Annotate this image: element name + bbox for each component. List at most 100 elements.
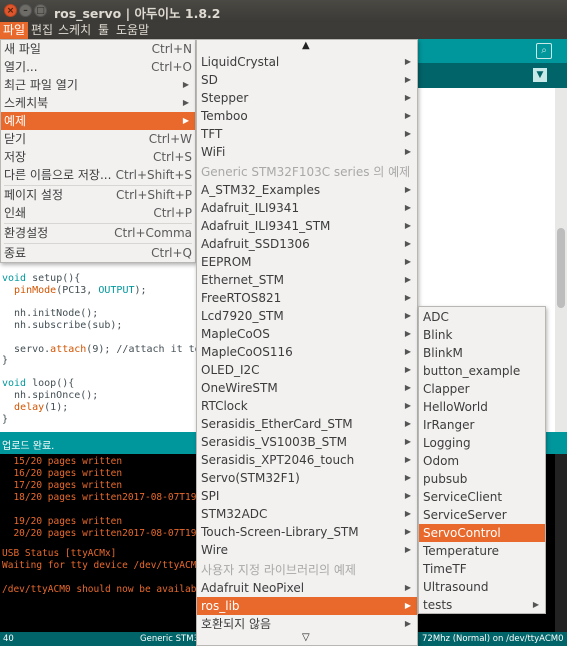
example-item[interactable]: STM32ADC ▶ <box>197 505 417 523</box>
code-line: nh.subscribe(sub); <box>2 320 123 331</box>
ros-example-item[interactable]: BlinkM <box>419 344 545 362</box>
menu-item-sketchbook[interactable]: 스케치북 ▶ <box>1 94 195 112</box>
close-icon[interactable]: × <box>4 4 17 17</box>
ros-example-item-servocontrol[interactable]: ServoControl <box>419 524 545 542</box>
console-scrollbar[interactable] <box>555 454 567 632</box>
example-item[interactable]: Adafruit_ILI9341 ▶ <box>197 199 417 217</box>
menu-item-save-as[interactable]: 다른 이름으로 저장... Ctrl+Shift+S <box>1 166 195 184</box>
ros-example-item[interactable]: Clapper <box>419 380 545 398</box>
ros-example-item[interactable]: Temperature <box>419 542 545 560</box>
example-item[interactable]: LiquidCrystal ▶ <box>197 53 417 71</box>
menu-item-quit[interactable]: 종료 Ctrl+Q <box>1 244 195 262</box>
scroll-up-icon[interactable]: ▲ <box>302 40 310 51</box>
example-item[interactable]: Temboo ▶ <box>197 107 417 125</box>
console-line: 16/20 pages written <box>2 468 123 479</box>
console-line: 19/20 pages written <box>2 516 123 527</box>
chevron-right-icon: ▶ <box>404 311 411 320</box>
menu-edit[interactable]: 편집 <box>28 22 56 39</box>
menu-item-open[interactable]: 열기... Ctrl+O <box>1 58 195 76</box>
example-item[interactable]: Stepper ▶ <box>197 89 417 107</box>
example-item[interactable]: WiFi ▶ <box>197 143 417 161</box>
chevron-right-icon: ▶ <box>404 257 411 266</box>
code-line: nh.spinOnce(); <box>2 390 99 401</box>
example-item[interactable]: FreeRTOS821 ▶ <box>197 289 417 307</box>
example-item[interactable]: Serasidis_EtherCard_STM ▶ <box>197 415 417 433</box>
menu-item-close[interactable]: 닫기 Ctrl+W <box>1 130 195 148</box>
scroll-down-icon[interactable]: ▽ <box>302 632 310 643</box>
example-item[interactable]: OneWireSTM ▶ <box>197 379 417 397</box>
example-item-ros-lib[interactable]: ros_lib ▶ <box>197 597 417 615</box>
example-item[interactable]: 호환되지 않음 ▶ <box>197 615 417 633</box>
ros-example-item[interactable]: Ultrasound <box>419 578 545 596</box>
menu-item-open-recent[interactable]: 최근 파일 열기 ▶ <box>1 76 195 94</box>
ros-example-item[interactable]: ServiceClient <box>419 488 545 506</box>
ros-example-item[interactable]: TimeTF <box>419 560 545 578</box>
menu-item-preferences[interactable]: 환경설정 Ctrl+Comma <box>1 224 195 242</box>
example-item[interactable]: RTClock ▶ <box>197 397 417 415</box>
example-item[interactable]: Servo(STM32F1) ▶ <box>197 469 417 487</box>
ros-example-item[interactable]: Blink <box>419 326 545 344</box>
ros-example-item[interactable]: ServiceServer <box>419 506 545 524</box>
example-item[interactable]: EEPROM ▶ <box>197 253 417 271</box>
board-name: Generic STM32 <box>140 634 205 644</box>
tab-menu-icon[interactable]: ▼ <box>533 68 547 82</box>
example-item[interactable]: Adafruit NeoPixel ▶ <box>197 579 417 597</box>
code-line: } <box>2 355 9 366</box>
ros-example-item[interactable]: Odom <box>419 452 545 470</box>
file-menu: 새 파일 Ctrl+N 열기... Ctrl+O 최근 파일 열기 ▶ 스케치북 ▶ 예… <box>0 39 196 263</box>
console-line: 15/20 pages written <box>2 456 123 467</box>
example-item[interactable]: MapleCoOS ▶ <box>197 325 417 343</box>
serial-monitor-icon[interactable]: ⌕ <box>536 43 552 59</box>
example-item[interactable]: SPI ▶ <box>197 487 417 505</box>
example-item[interactable]: Serasidis_XPT2046_touch ▶ <box>197 451 417 469</box>
chevron-right-icon: ▶ <box>404 619 411 628</box>
example-item[interactable]: Serasidis_VS1003B_STM ▶ <box>197 433 417 451</box>
chevron-right-icon: ▶ <box>404 527 411 536</box>
example-item[interactable]: SD ▶ <box>197 71 417 89</box>
code-line: void loop(){ <box>2 378 75 389</box>
menu-help[interactable]: 도움말 <box>113 22 152 39</box>
chevron-right-icon: ▶ <box>404 111 411 120</box>
minimize-icon[interactable]: – <box>19 4 32 17</box>
ros-example-item[interactable]: Logging <box>419 434 545 452</box>
ros-example-item[interactable]: ADC <box>419 308 545 326</box>
ros-example-item[interactable]: HelloWorld <box>419 398 545 416</box>
chevron-right-icon: ▶ <box>404 473 411 482</box>
example-item[interactable]: TFT ▶ <box>197 125 417 143</box>
code-line: nh.initNode(); <box>2 308 99 319</box>
example-item[interactable]: Touch-Screen-Library_STM ▶ <box>197 523 417 541</box>
menu-sketch[interactable]: 스케치 <box>55 22 94 39</box>
example-item[interactable]: Adafruit_SSD1306 ▶ <box>197 235 417 253</box>
menu-item-examples[interactable]: 예제 ▶ <box>1 112 195 130</box>
chevron-right-icon: ▶ <box>404 221 411 230</box>
ros-example-item[interactable]: tests ▶ <box>419 596 545 614</box>
ros-example-item[interactable]: pubsub <box>419 470 545 488</box>
editor-scrollbar[interactable] <box>555 88 567 432</box>
console-line: 20/20 pages written2017-08-07T19:52 <box>2 528 214 539</box>
menu-item-print[interactable]: 인쇄 Ctrl+P <box>1 204 195 222</box>
menu-item-save[interactable]: 저장 Ctrl+S <box>1 148 195 166</box>
example-item[interactable]: OLED_I2C ▶ <box>197 361 417 379</box>
chevron-right-icon: ▶ <box>404 203 411 212</box>
ros-example-item[interactable]: IrRanger <box>419 416 545 434</box>
example-item[interactable]: Ethernet_STM ▶ <box>197 271 417 289</box>
example-item[interactable]: A_STM32_Examples ▶ <box>197 181 417 199</box>
example-item[interactable]: Lcd7920_STM ▶ <box>197 307 417 325</box>
port-info: 72Mhz (Normal) on /dev/ttyACM0 <box>422 634 564 644</box>
example-item[interactable]: Wire ▶ <box>197 541 417 559</box>
maximize-icon[interactable]: □ <box>34 4 47 17</box>
chevron-right-icon: ▶ <box>404 383 411 392</box>
menu-tools[interactable]: 툴 <box>95 22 112 39</box>
scrollbar-thumb[interactable] <box>557 228 565 308</box>
chevron-right-icon: ▶ <box>404 129 411 138</box>
ros-example-item[interactable]: button_example <box>419 362 545 380</box>
console-line: /dev/ttyACM0 should now be available <box>2 584 208 595</box>
chevron-right-icon: ▶ <box>404 147 411 156</box>
menu-item-new[interactable]: 새 파일 Ctrl+N <box>1 40 195 58</box>
code-line: pinMode(PC13, OUTPUT); <box>14 285 147 296</box>
menu-item-page-setup[interactable]: 페이지 설정 Ctrl+Shift+P <box>1 186 195 204</box>
example-item[interactable]: Adafruit_ILI9341_STM ▶ <box>197 217 417 235</box>
menu-file[interactable]: 파일 <box>0 22 29 39</box>
chevron-right-icon: ▶ <box>404 347 411 356</box>
example-item[interactable]: MapleCoOS116 ▶ <box>197 343 417 361</box>
